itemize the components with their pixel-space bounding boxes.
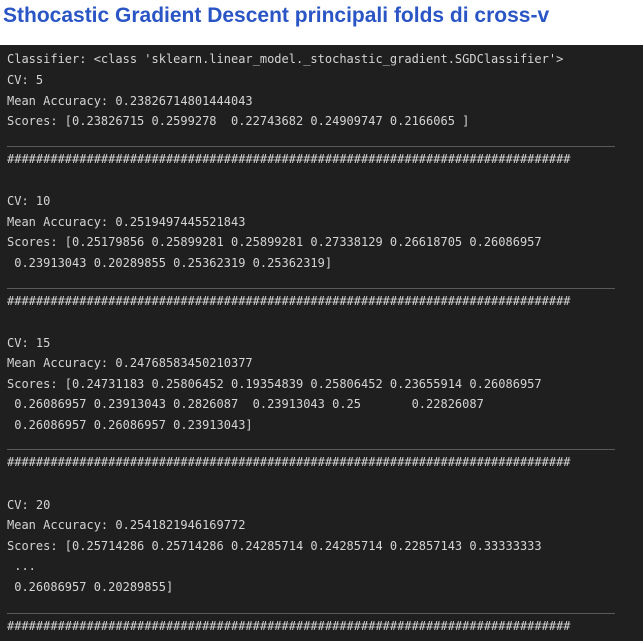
scores-line: 0.26086957 0.26086957 0.23913043] bbox=[7, 418, 253, 432]
mean-accuracy: Mean Accuracy: 0.24768583450210377 bbox=[7, 356, 253, 370]
scores-line: 0.26086957 0.23913043 0.2826087 0.239130… bbox=[7, 397, 484, 411]
scores-line: ... bbox=[7, 559, 36, 573]
scores-line: Scores: [0.24731183 0.25806452 0.1935483… bbox=[7, 377, 542, 391]
scores-line: Scores: [0.23826715 0.2599278 0.22743682… bbox=[7, 114, 470, 128]
classifier-line: Classifier: <class 'sklearn.linear_model… bbox=[7, 52, 564, 66]
mean-accuracy: Mean Accuracy: 0.23826714801444043 bbox=[7, 94, 253, 108]
hash-separator: ########################################… bbox=[7, 294, 571, 308]
output-divider bbox=[7, 449, 615, 450]
output-divider bbox=[7, 146, 615, 147]
hash-separator: ########################################… bbox=[7, 455, 571, 469]
cv-label: CV: 20 bbox=[7, 498, 51, 512]
mean-accuracy: Mean Accuracy: 0.2519497445521843 bbox=[7, 215, 246, 229]
page-title: Sthocastic Gradient Descent principali f… bbox=[3, 4, 550, 27]
hash-separator: ########################################… bbox=[7, 619, 571, 633]
scores-line: 0.23913043 0.20289855 0.25362319 0.25362… bbox=[7, 256, 333, 270]
scores-line: 0.26086957 0.20289855] bbox=[7, 580, 174, 594]
cv-label: CV: 10 bbox=[7, 194, 51, 208]
output-divider bbox=[7, 613, 615, 614]
output-divider bbox=[7, 288, 615, 289]
scores-line: Scores: [0.25179856 0.25899281 0.2589928… bbox=[7, 235, 542, 249]
cv-label: CV: 5 bbox=[7, 73, 44, 87]
cv-label: CV: 15 bbox=[7, 336, 51, 350]
output-console: Classifier: <class 'sklearn.linear_model… bbox=[0, 45, 643, 641]
mean-accuracy: Mean Accuracy: 0.2541821946169772 bbox=[7, 518, 246, 532]
hash-separator: ########################################… bbox=[7, 152, 571, 166]
scores-line: Scores: [0.25714286 0.25714286 0.2428571… bbox=[7, 539, 542, 553]
